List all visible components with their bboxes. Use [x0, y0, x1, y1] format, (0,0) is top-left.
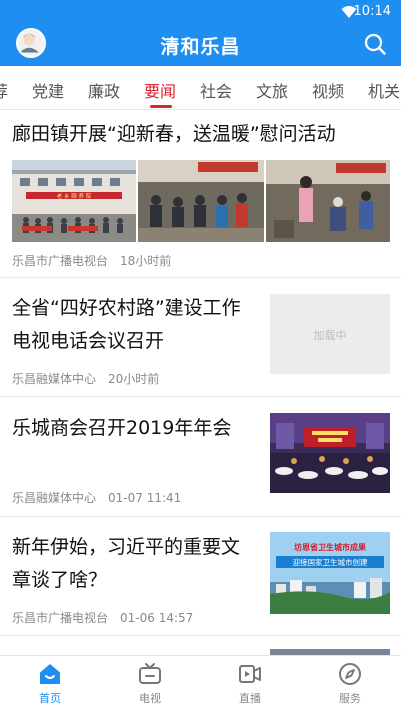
- news-item-3[interactable]: 乐城商会召开2019年年会 乐昌融媒体中心 01-07 11:41: [0, 398, 401, 517]
- tab-video[interactable]: 视频: [312, 78, 344, 102]
- tab-integrity[interactable]: 廉政: [88, 78, 120, 102]
- bottom-nav: 首页 电视 直播 服务: [0, 655, 401, 710]
- photo-visit-elderly: [138, 160, 264, 242]
- news-title: 新年伊始，习近平的重要文 章谈了啥？: [12, 531, 240, 597]
- app-bar: 清和乐昌: [0, 24, 401, 66]
- nav-home[interactable]: 首页: [0, 656, 100, 710]
- news-thumbnail: [138, 160, 264, 242]
- news-meta: 乐昌市广播电视台 18小时前: [12, 252, 183, 269]
- news-item-1[interactable]: 廊田镇开展“迎新春，送温暖”慰问活动 老 乡 颐 养 院 乐昌市广播电视台 18…: [0, 110, 401, 278]
- search-icon[interactable]: [363, 32, 387, 56]
- nav-home-label: 首页: [39, 692, 61, 705]
- news-item-4[interactable]: 新年伊始，习近平的重要文 章谈了啥？ 坊恩省卫生城市成果 迎接国家卫生城市创建 …: [0, 518, 401, 636]
- channel-tabs: 荐 党建 廉政 要闻 社会 文旅 视频 机关: [0, 66, 401, 110]
- news-title-line-2: 章谈了啥？: [12, 569, 108, 591]
- status-bar: 10:14: [0, 0, 401, 24]
- loading-text: 加载中: [313, 329, 347, 342]
- nav-services[interactable]: 服务: [300, 656, 400, 710]
- news-title-line-1: 新年伊始，习近平的重要文: [12, 536, 241, 558]
- news-item-5-partial[interactable]: [0, 637, 401, 655]
- app-title: 清和乐昌: [160, 36, 241, 58]
- news-thumbnail: 坊恩省卫生城市成果 迎接国家卫生城市创建: [270, 532, 390, 614]
- tab-news[interactable]: 要闻: [144, 78, 176, 102]
- news-thumbnail: [266, 160, 390, 242]
- tab-recommend[interactable]: 荐: [0, 78, 8, 102]
- home-icon: [40, 664, 60, 684]
- news-meta: 乐昌融媒体中心 20小时前: [12, 370, 171, 387]
- news-source: 乐昌市广播电视台: [12, 611, 109, 625]
- news-source: 乐昌融媒体中心: [12, 372, 97, 386]
- news-title: 乐城商会召开2019年年会: [12, 417, 232, 439]
- nav-tv[interactable]: 电视: [100, 656, 200, 710]
- news-title: 廊田镇开展“迎新春，送温暖”慰问活动: [12, 123, 336, 145]
- status-time: 10:14: [353, 4, 391, 19]
- banner-text: 老 乡 颐 养 院: [57, 192, 92, 200]
- news-time: 18小时前: [120, 254, 172, 268]
- image-caption-line-2: 迎接国家卫生城市创建: [293, 557, 368, 567]
- tab-party-building[interactable]: 党建: [32, 78, 64, 102]
- live-icon: [239, 665, 261, 683]
- tab-government[interactable]: 机关: [368, 78, 400, 102]
- news-time: 01-07 11:41: [108, 491, 182, 505]
- news-item-2[interactable]: 全省“四好农村路”建设工作 电视电话会议召开 加载中 乐昌融媒体中心 20小时前: [0, 279, 401, 397]
- tab-culture-tourism[interactable]: 文旅: [256, 78, 288, 102]
- photo-annual-meeting: [270, 413, 390, 493]
- news-source: 乐昌融媒体中心: [12, 491, 97, 505]
- image-caption-line-1: 坊恩省卫生城市成果: [294, 542, 366, 552]
- news-source: 乐昌市广播电视台: [12, 254, 109, 268]
- tv-icon: [139, 663, 161, 684]
- tab-society[interactable]: 社会: [200, 78, 232, 102]
- news-thumbnail-placeholder: 加载中: [270, 294, 390, 374]
- news-meta: 乐昌市广播电视台 01-06 14:57: [12, 609, 205, 626]
- news-meta: 乐昌融媒体中心 01-07 11:41: [12, 489, 193, 506]
- nav-services-label: 服务: [339, 692, 361, 705]
- news-title-line-1: 全省“四好农村路”建设工作: [12, 297, 241, 319]
- news-thumbnail: 老 乡 颐 养 院: [12, 160, 136, 242]
- news-time: 20小时前: [108, 372, 160, 386]
- nav-live[interactable]: 直播: [200, 656, 300, 710]
- photo-speech: [266, 160, 390, 242]
- photo-city-banner: 坊恩省卫生城市成果 迎接国家卫生城市创建: [270, 532, 390, 614]
- news-feed: 廊田镇开展“迎新春，送温暖”慰问活动 老 乡 颐 养 院 乐昌市广播电视台 18…: [0, 110, 401, 655]
- news-title: 全省“四好农村路”建设工作 电视电话会议召开: [12, 292, 241, 358]
- active-tab-indicator: [150, 105, 172, 108]
- nav-live-label: 直播: [239, 692, 261, 705]
- compass-icon: [339, 663, 361, 685]
- news-title-line-2: 电视电话会议召开: [12, 330, 165, 352]
- photo-building-event: 老 乡 颐 养 院: [12, 160, 136, 242]
- news-time: 01-06 14:57: [120, 611, 194, 625]
- news-thumbnail: [270, 413, 390, 493]
- nav-tv-label: 电视: [139, 692, 161, 705]
